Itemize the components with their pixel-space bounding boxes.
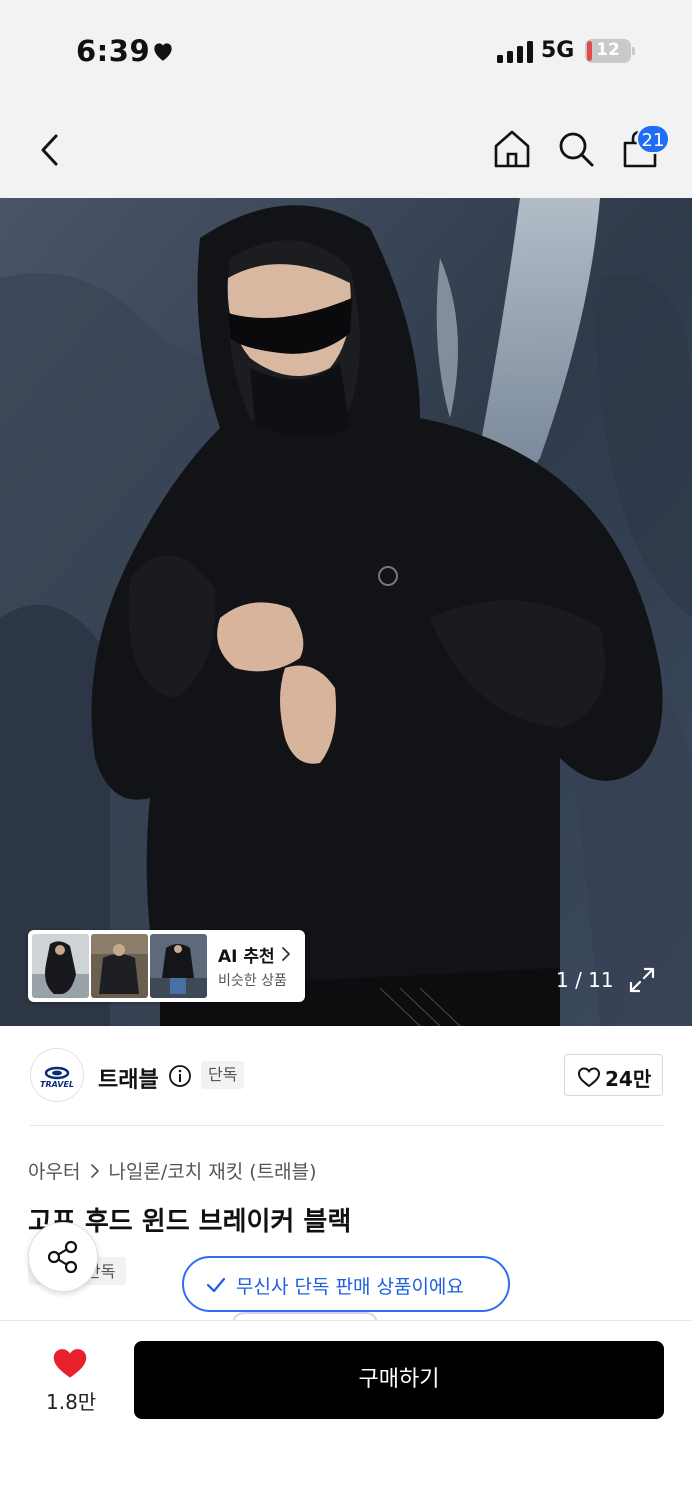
breadcrumb-category[interactable]: 아우터 <box>28 1157 80 1184</box>
heart-status-icon <box>154 43 172 61</box>
brand-like-button[interactable]: 24만 <box>564 1054 663 1096</box>
info-icon[interactable] <box>168 1064 192 1088</box>
share-button[interactable] <box>28 1222 98 1292</box>
exclusive-notice-pill[interactable]: 무신사 단독 판매 상품이에요 <box>182 1256 510 1312</box>
image-counter: 1 / 11 <box>556 968 614 992</box>
divider <box>30 1125 664 1126</box>
wish-count: 1.8만 <box>46 1390 97 1414</box>
heart-filled-icon[interactable] <box>51 1346 89 1380</box>
brand-name[interactable]: 트래블 <box>98 1062 159 1094</box>
brand-logo[interactable]: TRAVEL <box>30 1048 84 1102</box>
ai-recommend-subtitle: 비슷한 상품 <box>218 973 287 989</box>
buy-button[interactable]: 구매하기 <box>134 1341 664 1419</box>
brand-logo-text: TRAVEL <box>39 1080 75 1089</box>
status-bar: 6:39 5G 12 <box>0 0 692 100</box>
brand-like-count: 24만 <box>605 1067 652 1091</box>
cart-count-badge: 21 <box>636 124 670 154</box>
share-icon <box>47 1240 78 1274</box>
ai-thumbnail[interactable] <box>32 934 89 998</box>
check-icon <box>206 1277 226 1293</box>
search-icon[interactable] <box>556 128 596 170</box>
ai-thumbnail[interactable] <box>91 934 148 998</box>
heart-outline-icon <box>577 1067 601 1088</box>
expand-icon[interactable] <box>628 966 656 994</box>
breadcrumb: 아우터 나일론/코치 재킷 (트래블) <box>28 1157 317 1184</box>
exclusive-tag: 단독 <box>201 1061 245 1089</box>
signal-icon <box>497 41 533 63</box>
chevron-right-icon <box>91 1163 100 1178</box>
breadcrumb-subcategory[interactable]: 나일론/코치 재킷 (트래블) <box>108 1157 316 1184</box>
status-time: 6:39 <box>76 34 151 68</box>
network-type: 5G <box>541 38 575 63</box>
nav-bar <box>0 100 692 198</box>
ai-thumbnail[interactable] <box>150 934 207 998</box>
home-icon[interactable] <box>492 128 532 170</box>
product-photo <box>0 198 692 1026</box>
battery-level: 12 <box>596 40 620 60</box>
back-icon[interactable] <box>34 130 64 170</box>
ai-recommend-card[interactable]: AI 추천 비슷한 상품 <box>28 930 305 1002</box>
ai-recommend-title: AI 추천 <box>218 947 275 967</box>
product-image[interactable] <box>0 198 692 1026</box>
chevron-right-icon <box>282 947 290 961</box>
exclusive-notice-text: 무신사 단독 판매 상품이에요 <box>236 1276 464 1298</box>
battery-icon: 12 <box>585 39 635 63</box>
